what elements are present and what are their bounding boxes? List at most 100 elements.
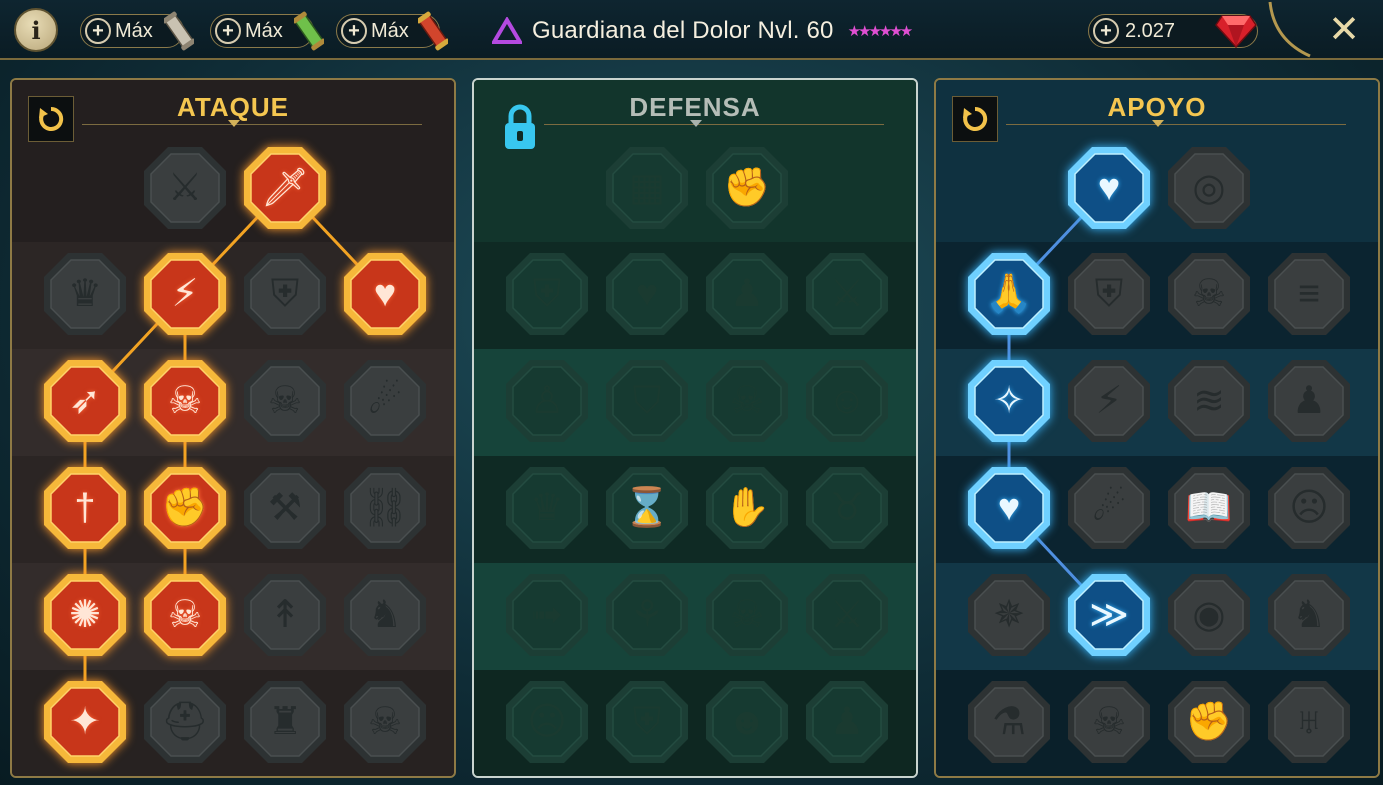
hourglass-icon: ⌛ (623, 487, 671, 529)
skill-node-potion[interactable]: ⚗ (966, 679, 1052, 765)
skill-node-chain-lightning[interactable]: ⛓ (342, 465, 428, 551)
skill-node-crossed-swords[interactable]: ⚔ (142, 145, 228, 231)
skill-node-shatter[interactable]: ≋ (1166, 358, 1252, 444)
resource-label: Máx (245, 19, 283, 42)
plus-icon[interactable]: + (1093, 18, 1119, 44)
close-button[interactable]: ✕ (1320, 8, 1368, 52)
skill-node-crossed-blades[interactable]: ⚔ (804, 251, 890, 337)
skill-node-glaring-face[interactable]: ☹ (1266, 465, 1352, 551)
green-scroll-icon (294, 11, 324, 51)
pierced-arm-icon: ➶ (69, 380, 101, 422)
dagger-ring-icon: ↟ (269, 594, 301, 636)
skill-node-muscled-body[interactable]: ♟ (704, 251, 790, 337)
panel-title: DEFENSA (629, 92, 761, 122)
raging-warrior-icon: ♞ (367, 594, 403, 636)
dashing-figure-icon: ➟ (531, 594, 563, 636)
skill-node-dagger-ring[interactable]: ↟ (242, 572, 328, 658)
gem-icon (1215, 15, 1257, 49)
skill-node-armor-plates[interactable]: ▦ (604, 145, 690, 231)
skill-node-knight-helm[interactable]: ⛑ (142, 679, 228, 765)
skill-node-lightning[interactable]: ⚡ (1066, 358, 1152, 444)
skill-node-raging-warrior[interactable]: ♞ (342, 572, 428, 658)
star-rating: ★★★★★★ (847, 23, 914, 40)
skill-node-shield-figure[interactable]: ⛉ (604, 358, 690, 444)
skill-node-horned-beast[interactable]: ♜ (242, 679, 328, 765)
skill-node-heart-arrow[interactable]: ♥ (604, 251, 690, 337)
skill-node-angry-face[interactable]: ☹ (504, 679, 590, 765)
skill-node-eagle[interactable]: ♅ (1266, 679, 1352, 765)
skill-node-swift-boot[interactable]: ≫ (1066, 572, 1152, 658)
skill-node-scythe[interactable]: ☄ (342, 358, 428, 444)
skill-node-blade-strike[interactable]: 🗡 (242, 145, 328, 231)
heart-arrow-icon: ♥ (635, 273, 659, 315)
skill-node-triple-skull[interactable]: ☠ (142, 572, 228, 658)
hooded-face-icon: ☺ (827, 380, 867, 422)
skill-node-chest-shield[interactable]: ⛨ (504, 251, 590, 337)
skill-node-swirl[interactable]: ◎ (1166, 145, 1252, 231)
shatter-icon: ≋ (1193, 380, 1225, 422)
triple-skull-icon: ☠ (167, 594, 203, 636)
skill-node-comet[interactable]: ☄ (1066, 465, 1152, 551)
skill-node-sword-heart[interactable]: † (42, 465, 128, 551)
blade-strike-icon: 🗡 (260, 167, 310, 209)
skill-node-grip-fist[interactable]: ✊ (1166, 679, 1252, 765)
kicking-figure-icon: ♞ (1291, 594, 1327, 636)
skill-node-chained-heart[interactable]: ♥ (966, 465, 1052, 551)
skill-node-eye[interactable]: ◉ (1166, 572, 1252, 658)
skill-node-twin-figures[interactable]: ♟ (1266, 358, 1352, 444)
armor-plates-icon: ▦ (629, 167, 665, 209)
skill-node-horned-demon[interactable]: ♛ (42, 251, 128, 337)
skill-node-winged-shield[interactable]: ⛨ (604, 679, 690, 765)
comet-icon: ☄ (1091, 487, 1127, 529)
skill-node-shield-break[interactable]: ⛨ (242, 251, 328, 337)
skill-node-bleeding-heart[interactable]: ♥ (342, 251, 428, 337)
skill-node-skull[interactable]: ☠ (1066, 679, 1152, 765)
plus-icon[interactable]: + (215, 18, 241, 44)
winged-shield-icon: ⛨ (632, 701, 662, 743)
skill-node-kicking-figure[interactable]: ♞ (1266, 572, 1352, 658)
skill-node-skull-wind[interactable]: ☠ (242, 358, 328, 444)
crowned-skull-icon: ☠ (729, 594, 765, 636)
slash-wave-icon: ⚡ (171, 273, 199, 315)
skill-node-hooded-face[interactable]: ☺ (804, 358, 890, 444)
skill-node-crowned-skull[interactable]: ☠ (704, 572, 790, 658)
skill-node-bull-head[interactable]: ♉ (804, 465, 890, 551)
skill-node-aura-shield[interactable]: ⛨ (1066, 251, 1152, 337)
skill-node-speed-lines[interactable]: ≡ (1266, 251, 1352, 337)
knight-helm-icon: ⛑ (160, 701, 210, 743)
skill-node-praying-hands[interactable]: 🙏 (966, 251, 1052, 337)
skill-node-blocking-arm[interactable]: ⚔ (804, 572, 890, 658)
skill-node-flaming-skull[interactable]: ☠ (1166, 251, 1252, 337)
skill-node-dodging-figure[interactable]: ♙ (504, 358, 590, 444)
top-bar: i + Máx + Máx + Máx Guardiana del Dolor … (0, 0, 1383, 60)
skill-node-group-figures[interactable]: ♛ (504, 465, 590, 551)
skill-node-skull-heart[interactable]: ☠ (704, 358, 790, 444)
skill-node-pierced-arm[interactable]: ➶ (42, 358, 128, 444)
skill-node-heart-heal[interactable]: ♥ (1066, 145, 1152, 231)
skill-node-open-book[interactable]: 📖 (1166, 465, 1252, 551)
plus-icon[interactable]: + (341, 18, 367, 44)
skill-node-fanged-mouth[interactable]: ☠ (142, 358, 228, 444)
skull-sword-icon: ☠ (367, 701, 403, 743)
skill-node-hourglass[interactable]: ⌛ (604, 465, 690, 551)
info-button[interactable]: i (14, 8, 58, 52)
skill-node-skull-sword[interactable]: ☠ (342, 679, 428, 765)
skill-node-sword-sparkle[interactable]: ✦ (42, 679, 128, 765)
skill-node-slash-wave[interactable]: ⚡ (142, 251, 228, 337)
dodging-figure-icon: ♙ (529, 380, 565, 422)
skill-node-compass-star[interactable]: ✵ (966, 572, 1052, 658)
skill-node-strongman[interactable]: ♟ (804, 679, 890, 765)
skill-node-bald-face[interactable]: ☻ (704, 679, 790, 765)
skill-node-axe[interactable]: ⚒ (242, 465, 328, 551)
plus-icon[interactable]: + (85, 18, 111, 44)
resource-label: Máx (115, 19, 153, 42)
skill-node-raised-fist[interactable]: ✊ (704, 145, 790, 231)
flaming-skull-icon: ☠ (1191, 273, 1227, 315)
skill-node-blessed-figure[interactable]: ✧ (966, 358, 1052, 444)
skill-node-open-hand[interactable]: ✋ (704, 465, 790, 551)
bull-head-icon: ♉ (829, 487, 865, 529)
skill-node-fist-blade[interactable]: ✊ (142, 465, 228, 551)
skill-node-arrow-burst[interactable]: ✺ (42, 572, 128, 658)
skill-node-dashing-figure[interactable]: ➟ (504, 572, 590, 658)
skill-node-claws[interactable]: ⚘ (604, 572, 690, 658)
